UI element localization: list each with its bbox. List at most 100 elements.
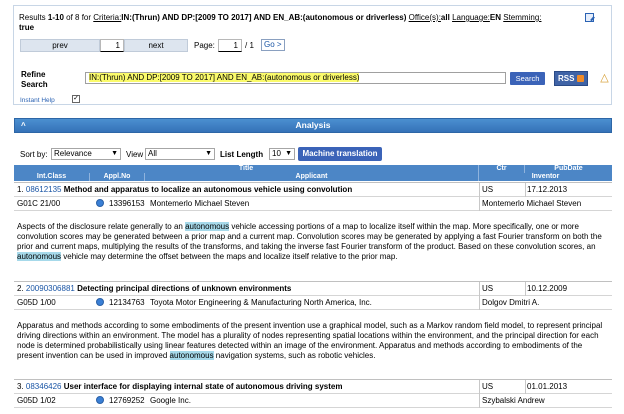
column-divider bbox=[479, 197, 480, 211]
refine-search-input[interactable]: IN:(Thrun) AND DP:[2009 TO 2017] AND EN_… bbox=[85, 72, 506, 84]
record-pubdate: 01.01.2013 bbox=[527, 382, 568, 391]
list-length-value: 10 bbox=[272, 149, 281, 158]
sort-dropdown-icon: ▼ bbox=[111, 150, 118, 157]
table-row: G01C 21/00 13396153 Montemerlo Michael S… bbox=[14, 197, 612, 211]
record-intclass[interactable]: G05D 1/00 bbox=[17, 298, 56, 308]
table-header-row-1: Title Ctr PubDate bbox=[14, 165, 612, 173]
sort-select[interactable]: Relevance ▼ bbox=[51, 148, 121, 160]
column-divider bbox=[479, 394, 480, 408]
family-tree-icon[interactable]: △ bbox=[597, 71, 612, 85]
edit-query-icon[interactable] bbox=[585, 13, 594, 22]
results-mid: of 8 for bbox=[63, 13, 94, 22]
rss-button[interactable]: RSS bbox=[554, 71, 588, 86]
record-abstract: Apparatus and methods according to some … bbox=[14, 321, 612, 361]
record-number-link[interactable]: 08612135 bbox=[26, 185, 62, 194]
instant-help-label: Instant Help bbox=[20, 97, 55, 104]
refine-label-line2: Search bbox=[21, 80, 48, 89]
table-row: G05D 1/00 12134763 Toyota Motor Engineer… bbox=[14, 296, 612, 310]
header-applicant[interactable]: Applicant bbox=[145, 173, 479, 181]
column-divider bbox=[525, 183, 526, 198]
view-label: View bbox=[126, 150, 144, 159]
criteria-link[interactable]: Criteria: bbox=[93, 13, 121, 22]
refine-search-value: IN:(Thrun) AND DP:[2009 TO 2017] AND EN_… bbox=[89, 73, 360, 82]
refine-label-line1: Refine bbox=[21, 70, 46, 79]
view-value: All bbox=[148, 149, 157, 158]
office-value: all bbox=[440, 13, 450, 22]
record-country: US bbox=[482, 185, 494, 194]
instant-help-checkbox[interactable]: ✓ bbox=[72, 95, 80, 103]
page-jump-input[interactable]: 1 bbox=[100, 39, 124, 52]
record-applno: 12134763 bbox=[109, 298, 145, 307]
refine-search-label: Refine Search bbox=[21, 70, 48, 90]
criteria-value: IN:(Thrun) AND DP:[2009 TO 2017] AND EN_… bbox=[121, 13, 407, 22]
abstract-text: Aspects of the disclosure relate general… bbox=[17, 222, 186, 231]
record-abstract: Aspects of the disclosure relate general… bbox=[14, 222, 612, 262]
table-row: 3. 08346426 User interface for displayin… bbox=[14, 379, 612, 395]
language-link[interactable]: Language: bbox=[452, 13, 490, 22]
column-divider bbox=[479, 183, 480, 198]
record-inventor: Dolgov Dmitri A. bbox=[482, 298, 540, 307]
record-intclass[interactable]: G01C 21/00 bbox=[17, 199, 60, 209]
record-country: US bbox=[482, 382, 494, 391]
column-divider bbox=[525, 380, 526, 395]
abstract-highlight: autonomous bbox=[17, 252, 62, 261]
record-applicant: Toyota Motor Engineering & Manufacturing… bbox=[150, 298, 372, 307]
pager: prev 1 next Page: 1 / 1 Go > bbox=[20, 39, 470, 52]
results-summary: Results 1-10 of 8 for Criteria:IN:(Thrun… bbox=[19, 13, 579, 33]
record-title[interactable]: User interface for displaying internal s… bbox=[64, 382, 343, 391]
page-total: / 1 bbox=[245, 41, 254, 50]
sort-label: Sort by: bbox=[20, 150, 48, 159]
abstract-highlight: autonomous bbox=[185, 222, 230, 231]
machine-translation-button[interactable]: Machine translation bbox=[298, 147, 382, 161]
record-applicant: Google Inc. bbox=[150, 396, 191, 405]
info-icon[interactable] bbox=[96, 199, 104, 207]
list-length-dropdown-icon: ▼ bbox=[285, 150, 292, 157]
header-ctr[interactable]: Ctr bbox=[479, 165, 525, 173]
record-country: US bbox=[482, 284, 494, 293]
record-applno: 13396153 bbox=[109, 199, 145, 208]
table-row: 1. 08612135 Method and apparatus to loca… bbox=[14, 182, 612, 198]
view-select[interactable]: All ▼ bbox=[145, 148, 215, 160]
column-divider bbox=[479, 282, 480, 297]
rss-label: RSS bbox=[558, 74, 575, 83]
analysis-bar[interactable]: ^ Analysis bbox=[14, 118, 612, 133]
record-number-link[interactable]: 08346426 bbox=[26, 382, 62, 391]
abstract-text: vehicle may determine the offset between… bbox=[61, 252, 398, 261]
search-button[interactable]: Search bbox=[510, 72, 545, 85]
header-inventor[interactable]: Inventor bbox=[479, 173, 612, 181]
info-icon[interactable] bbox=[96, 298, 104, 306]
table-header-row-2: Int.Class Appl.No Applicant Inventor bbox=[14, 173, 612, 181]
record-title[interactable]: Method and apparatus to localize an auto… bbox=[64, 185, 352, 194]
list-length-label: List Length bbox=[220, 150, 264, 159]
record-intclass[interactable]: G05D 1/02 bbox=[17, 396, 56, 406]
info-icon[interactable] bbox=[96, 396, 104, 404]
record-title-cell: 3. 08346426 User interface for displayin… bbox=[17, 382, 342, 392]
next-button[interactable]: next bbox=[124, 39, 188, 52]
stemming-link[interactable]: Stemming: bbox=[503, 13, 541, 22]
go-button[interactable]: Go > bbox=[261, 39, 285, 51]
record-pubdate: 17.12.2013 bbox=[527, 185, 568, 194]
header-intclass[interactable]: Int.Class bbox=[14, 173, 90, 181]
record-pubdate: 10.12.2009 bbox=[527, 284, 568, 293]
header-title[interactable]: Title bbox=[14, 165, 479, 173]
table-row: G05D 1/02 12769252 Google Inc. Szybalski… bbox=[14, 394, 612, 408]
column-divider bbox=[479, 296, 480, 310]
prev-button[interactable]: prev bbox=[20, 39, 100, 52]
abstract-highlight: autonomous bbox=[169, 351, 214, 360]
search-results-panel: Results 1-10 of 8 for Criteria:IN:(Thrun… bbox=[13, 5, 612, 105]
analysis-label: Analysis bbox=[295, 120, 331, 130]
list-length-select[interactable]: 10 ▼ bbox=[269, 148, 295, 160]
record-applno: 12769252 bbox=[109, 396, 145, 405]
header-pubdate[interactable]: PubDate bbox=[525, 165, 612, 173]
page-input[interactable]: 1 bbox=[218, 39, 242, 52]
record-title[interactable]: Detecting principal directions of unknow… bbox=[77, 284, 291, 293]
record-inventor: Montemerlo Michael Steven bbox=[482, 199, 582, 208]
record-index: 3. bbox=[17, 382, 24, 391]
results-range: 1-10 bbox=[47, 13, 64, 22]
office-link[interactable]: Office(s): bbox=[409, 13, 441, 22]
record-number-link[interactable]: 20090306881 bbox=[26, 284, 75, 293]
rss-feed-icon bbox=[577, 75, 584, 82]
record-applicant: Montemerlo Michael Steven bbox=[150, 199, 250, 208]
header-applno[interactable]: Appl.No bbox=[90, 173, 145, 181]
collapse-chevron-icon[interactable]: ^ bbox=[21, 119, 26, 132]
